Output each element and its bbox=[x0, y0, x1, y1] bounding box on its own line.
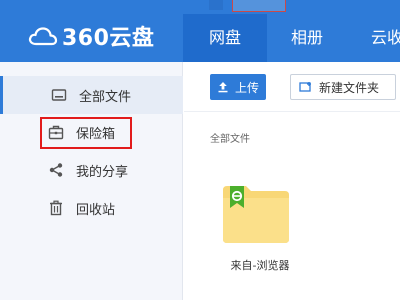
sidebar-item-recycle-bin[interactable]: 回收站 bbox=[0, 189, 183, 227]
folder-icon bbox=[51, 87, 67, 103]
tab-album[interactable]: 相册 bbox=[267, 14, 347, 62]
folder-icon bbox=[223, 186, 289, 243]
toolbar: 上传 新建文件夹 bbox=[184, 62, 400, 112]
cloud-logo-icon bbox=[28, 27, 58, 46]
new-folder-button-label: 新建文件夹 bbox=[319, 80, 380, 95]
sidebar-item-all-files[interactable]: 全部文件 bbox=[0, 76, 183, 114]
sidebar-item-label: 回收站 bbox=[76, 202, 116, 218]
top-header: 360云盘 网盘 相册 云收 bbox=[0, 0, 400, 62]
upload-icon bbox=[218, 82, 228, 93]
sidebar-item-label: 全部文件 bbox=[79, 89, 132, 105]
sidebar-item-my-share[interactable]: 我的分享 bbox=[0, 151, 183, 189]
main-content: 上传 新建文件夹 全部文件 来自-浏览器 bbox=[184, 62, 400, 300]
new-folder-button[interactable]: 新建文件夹 bbox=[290, 74, 396, 100]
file-name: 来自-浏览器 bbox=[230, 259, 290, 272]
breadcrumb[interactable]: 全部文件 bbox=[210, 130, 250, 145]
sidebar-item-label: 我的分享 bbox=[76, 164, 129, 180]
share-icon bbox=[48, 162, 64, 178]
upload-button-label: 上传 bbox=[234, 80, 259, 95]
window-edge-box[interactable] bbox=[232, 0, 286, 12]
tab-cloud-collect[interactable]: 云收 bbox=[347, 14, 400, 62]
logo-text: 360云盘 bbox=[62, 26, 155, 51]
sidebar: 全部文件 保险箱 我的分享 回收站 bbox=[0, 62, 183, 300]
cloud-drive-app: 360云盘 网盘 相册 云收 全部文件 保险箱 我的分享 回收站 上传 新建文件… bbox=[0, 0, 400, 300]
folder-item[interactable]: 来自-浏览器 bbox=[220, 182, 292, 282]
window-edge-button[interactable] bbox=[209, 0, 223, 10]
brand-logo[interactable]: 360云盘 bbox=[28, 22, 155, 51]
trash-icon bbox=[48, 200, 64, 216]
upload-button[interactable]: 上传 bbox=[210, 74, 266, 100]
new-folder-icon bbox=[299, 82, 311, 92]
tab-netdisk[interactable]: 网盘 bbox=[183, 14, 267, 62]
highlight-annotation-box bbox=[40, 117, 132, 149]
